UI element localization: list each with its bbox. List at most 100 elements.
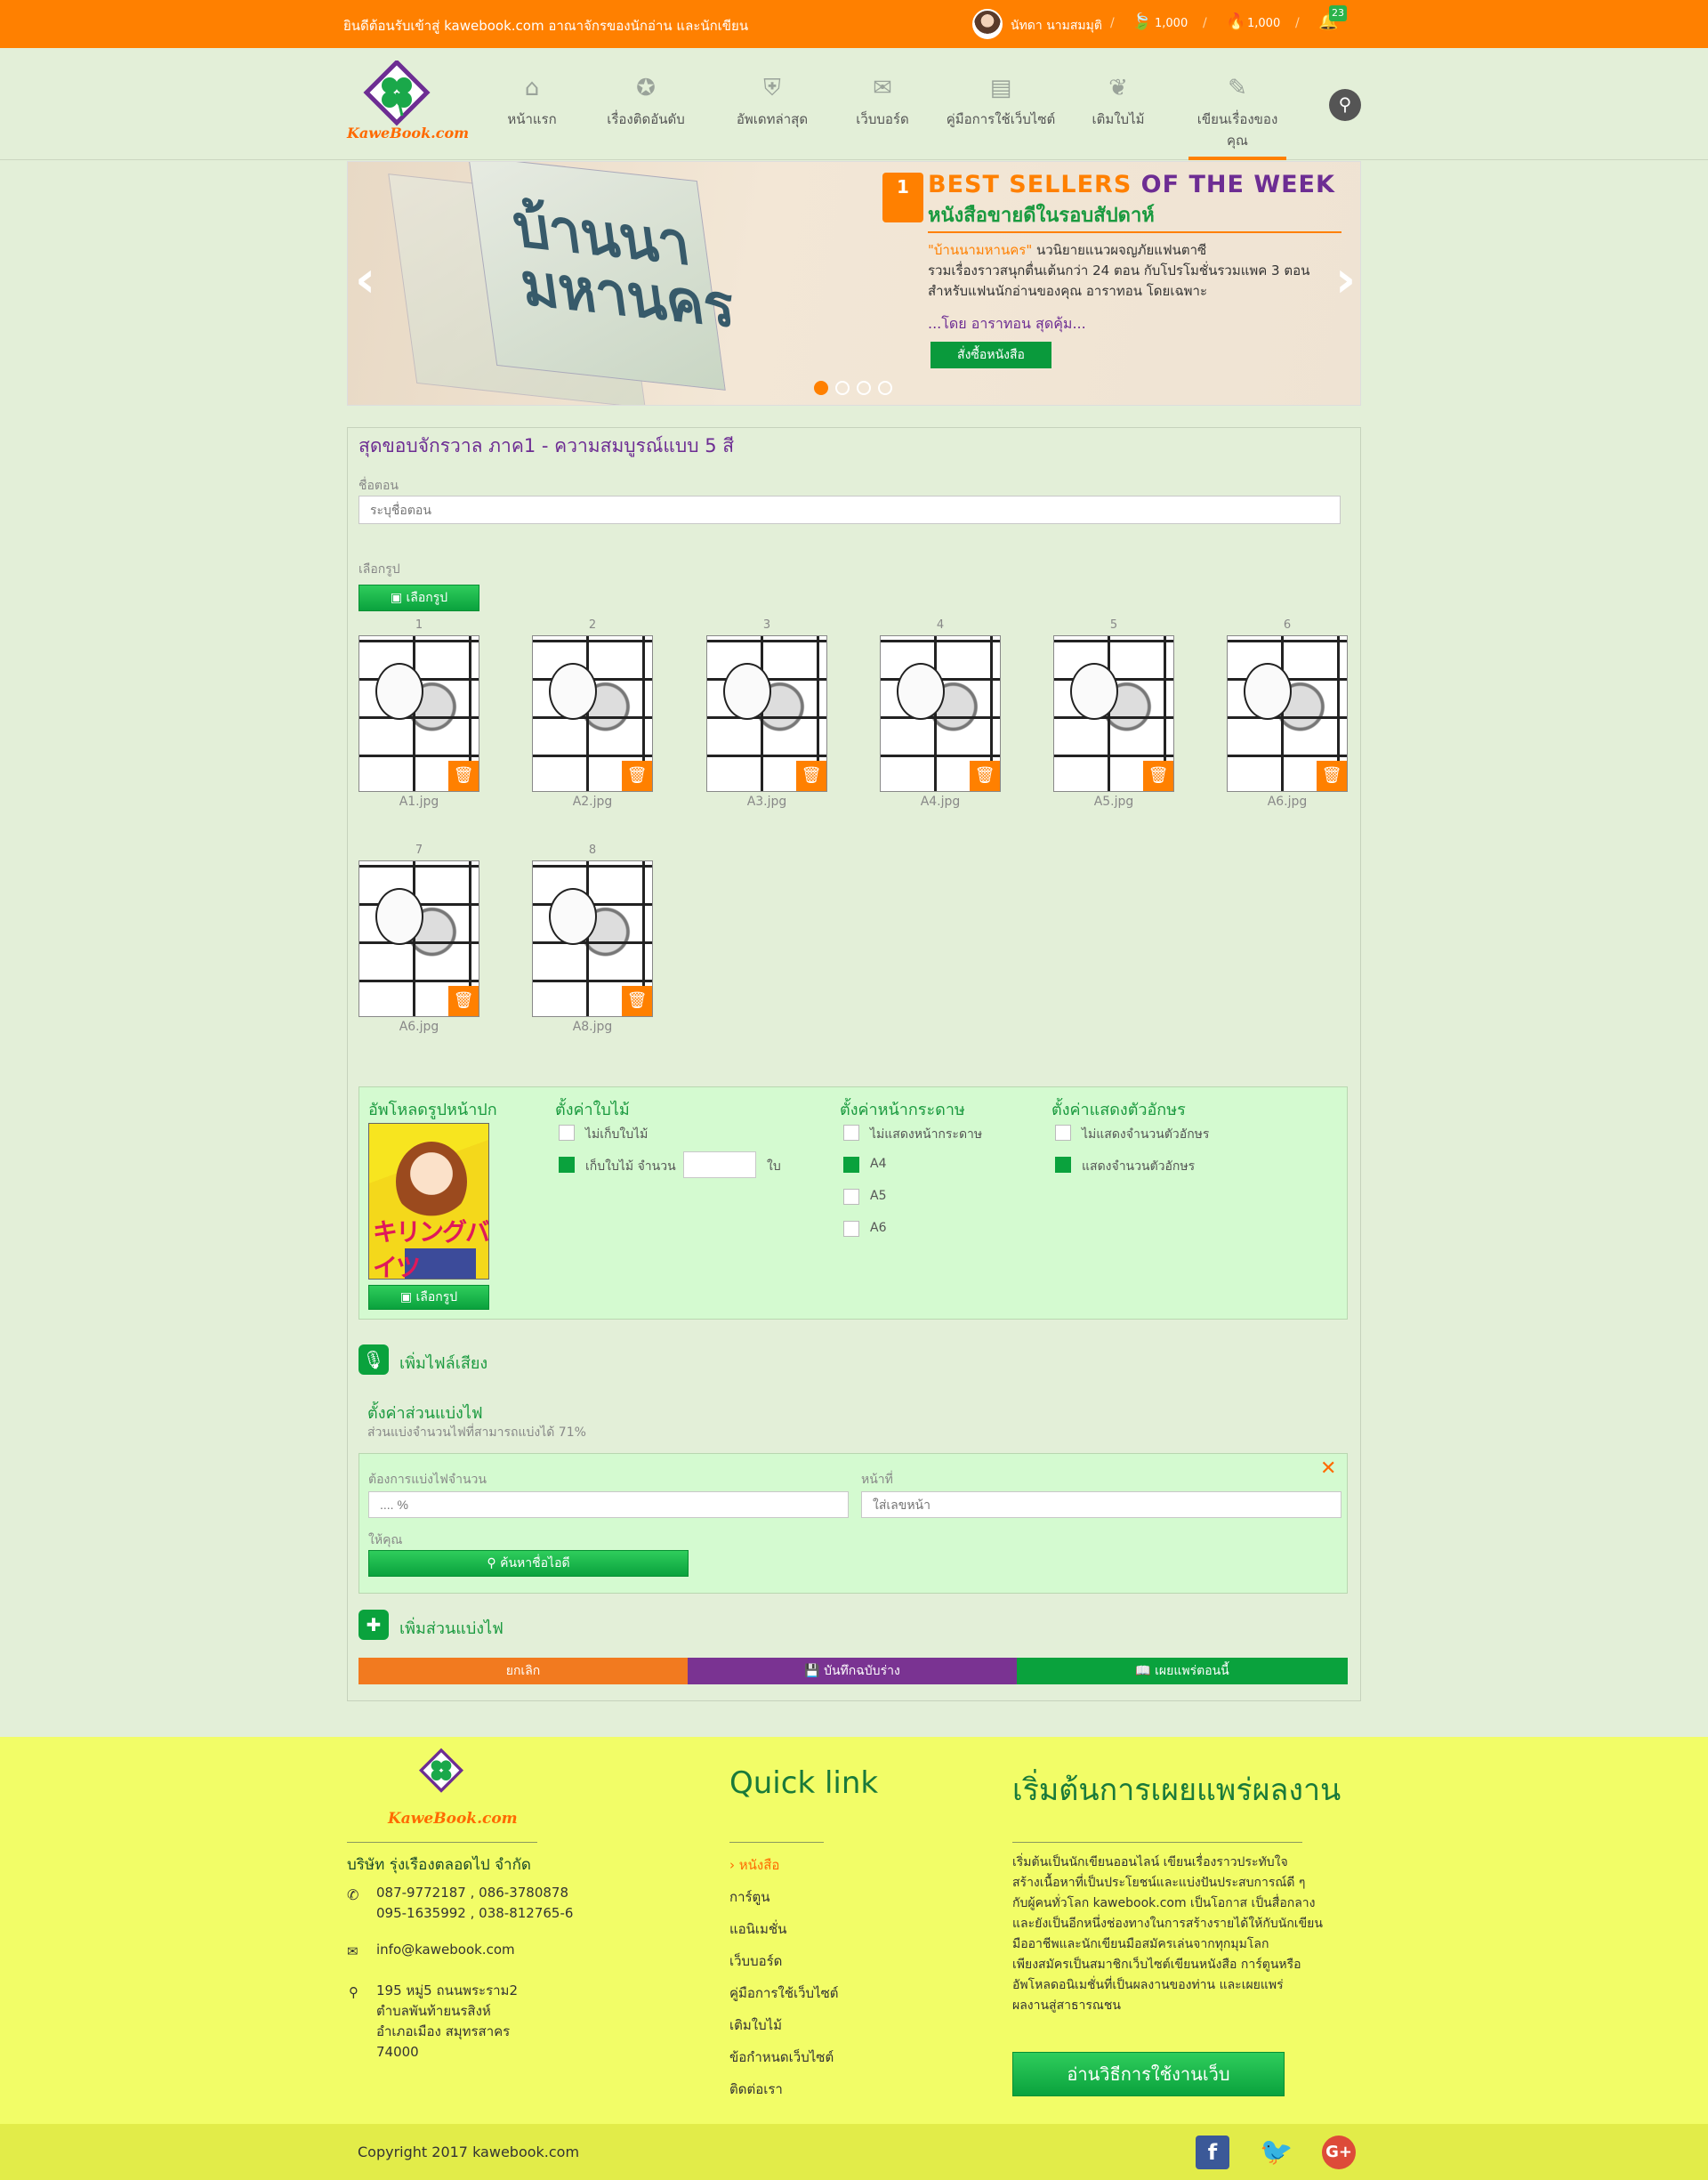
save-draft-button[interactable]: 💾 บันทึกฉบับร่าง bbox=[688, 1658, 1017, 1684]
leaf-opt-no-checkbox[interactable] bbox=[559, 1125, 575, 1141]
page-filename: A6.jpg bbox=[399, 1020, 439, 1034]
carousel-dot[interactable] bbox=[878, 381, 892, 395]
page-thumbnail[interactable]: 🗑 bbox=[880, 635, 1001, 792]
page-filename: A6.jpg bbox=[1267, 795, 1308, 809]
separator: / bbox=[1110, 16, 1115, 30]
page-thumbnail[interactable]: 🗑 bbox=[706, 635, 827, 792]
footer-link-manual[interactable]: คู่มือการใช้เว็บไซต์ bbox=[729, 1982, 839, 2004]
shield-icon: ⛨ bbox=[763, 75, 781, 101]
page-thumbnail[interactable]: 🗑 bbox=[532, 635, 653, 792]
publish-button[interactable]: 📖 เผยแพร่ตอนนี้ bbox=[1017, 1658, 1348, 1684]
nav-manual[interactable]: ▤ คู่มือการใช้เว็บไซต์ bbox=[943, 48, 1059, 160]
page-number: 1 bbox=[415, 618, 423, 632]
divider bbox=[347, 1842, 537, 1843]
chevron-left-icon[interactable]: ‹ bbox=[355, 251, 375, 309]
trash-icon[interactable]: 🗑 bbox=[448, 986, 479, 1016]
page-thumbnail[interactable]: 🗑 bbox=[532, 860, 653, 1017]
trash-icon[interactable]: 🗑 bbox=[796, 761, 826, 791]
add-audio-label[interactable]: เพิ่มไฟล์เสียง bbox=[399, 1350, 487, 1376]
bestseller-banner: บ้านนามหานคร BEST SELLERS OF THE WEEK หน… bbox=[347, 161, 1361, 406]
welcome-text: ยินดีต้อนรับเข้าสู่ kawebook.com อาณาจัก… bbox=[343, 18, 749, 34]
nav-write[interactable]: ✎ เขียนเรื่องของคุณ bbox=[1188, 48, 1286, 160]
search-icon[interactable]: ⚲ bbox=[1329, 89, 1361, 121]
page-number: 2 bbox=[588, 618, 597, 632]
paper-a6-checkbox[interactable] bbox=[843, 1221, 859, 1237]
username[interactable]: นัทดา นามสมมุติ bbox=[1011, 16, 1102, 36]
footer-link-books[interactable]: › หนังสือ bbox=[729, 1854, 779, 1876]
user-avatar[interactable] bbox=[972, 9, 1003, 39]
share-page-input[interactable] bbox=[861, 1491, 1341, 1518]
quick-link-title: Quick link bbox=[729, 1765, 879, 1801]
nav-label: เรื่องติดอันดับ bbox=[607, 111, 685, 127]
choose-cover-button[interactable]: ▣ เลือกรูป bbox=[368, 1285, 489, 1310]
separator: / bbox=[1295, 16, 1300, 30]
chevron-right-icon[interactable]: › bbox=[1335, 251, 1356, 309]
nav-label: เติมใบไม้ bbox=[1092, 111, 1145, 127]
carousel-dot[interactable] bbox=[857, 381, 871, 395]
char-show-checkbox[interactable] bbox=[1055, 1157, 1071, 1173]
trash-icon[interactable]: 🗑 bbox=[1317, 761, 1347, 791]
divider bbox=[1012, 1842, 1302, 1843]
nav-home[interactable]: ⌂ หน้าแรก bbox=[500, 48, 564, 160]
fire-icon: 🔥 bbox=[1226, 12, 1246, 31]
trash-icon[interactable]: 🗑 bbox=[622, 761, 652, 791]
google-plus-icon[interactable]: G+ bbox=[1322, 2136, 1356, 2169]
carousel-dot[interactable] bbox=[814, 381, 828, 395]
footer-link-terms[interactable]: ข้อกำหนดเว็บไซต์ bbox=[729, 2047, 834, 2068]
episode-name-input[interactable] bbox=[359, 496, 1341, 524]
nav-top-ranked[interactable]: ✪ เรื่องติดอันดับ bbox=[596, 48, 696, 160]
story-title: สุดขอบจักรวาล ภาค1 - ความสมบูรณ์แบบ 5 สี bbox=[359, 435, 735, 456]
carousel-dot[interactable] bbox=[835, 381, 850, 395]
plus-icon[interactable]: ✚ bbox=[359, 1610, 389, 1640]
nav-latest[interactable]: ⛨ อัพเดทล่าสุด bbox=[726, 48, 818, 160]
close-icon[interactable]: ✕ bbox=[1320, 1457, 1336, 1480]
paper-none-label: ไม่แสดงหน้ากระดาษ bbox=[870, 1127, 983, 1142]
trash-icon[interactable]: 🗑 bbox=[448, 761, 479, 791]
site-logo[interactable]: KaweBook.com bbox=[343, 59, 469, 149]
trash-icon[interactable]: 🗑 bbox=[970, 761, 1000, 791]
footer-link-topup[interactable]: เติมใบไม้ bbox=[729, 2014, 782, 2036]
page-thumbnail[interactable]: 🗑 bbox=[359, 635, 479, 792]
paper-none-checkbox[interactable] bbox=[843, 1125, 859, 1141]
footer-link-webboard[interactable]: เว็บบอร์ด bbox=[729, 1950, 782, 1972]
leaf-amount-input[interactable] bbox=[683, 1151, 756, 1178]
share-amount-input[interactable] bbox=[368, 1491, 849, 1518]
paper-settings-title: ตั้งค่าหน้ากระดาษ bbox=[840, 1101, 965, 1119]
leaf-opt-yes-checkbox[interactable] bbox=[559, 1157, 575, 1173]
page-thumbnail[interactable]: 🗑 bbox=[359, 860, 479, 1017]
cancel-button[interactable]: ยกเลิก bbox=[359, 1658, 688, 1684]
save-icon: 💾 bbox=[804, 1664, 825, 1678]
microphone-icon[interactable]: 🎙 bbox=[359, 1344, 389, 1375]
award-icon: ✪ bbox=[636, 75, 656, 101]
episode-label: ชื่อตอน bbox=[359, 479, 399, 493]
mail-icon: ✉ bbox=[347, 1943, 359, 1959]
book-open-icon: 📖 bbox=[1135, 1664, 1156, 1678]
page-thumbnail[interactable]: 🗑 bbox=[1053, 635, 1174, 792]
search-id-button[interactable]: ⚲ ค้นหาชื่อไอดี bbox=[368, 1550, 689, 1577]
nav-webboard[interactable]: ✉ เว็บบอร์ด bbox=[847, 48, 918, 160]
footer-link-cartoon[interactable]: การ์ตูน bbox=[729, 1886, 770, 1908]
footer-link-contact[interactable]: ติดต่อเรา bbox=[729, 2079, 783, 2100]
buy-book-button[interactable]: สั่งซื้อหนังสือ bbox=[931, 342, 1051, 368]
char-hide-checkbox[interactable] bbox=[1055, 1125, 1071, 1141]
cover-title: อัพโหลดรูปหน้าปก bbox=[368, 1101, 497, 1119]
nav-topup[interactable]: ❦ เติมใบไม้ bbox=[1085, 48, 1151, 160]
add-share-label[interactable]: เพิ่มส่วนแบ่งไฟ bbox=[399, 1615, 504, 1641]
leaf-icon: 🍃 bbox=[1132, 12, 1152, 31]
page-thumbnail[interactable]: 🗑 bbox=[1227, 635, 1348, 792]
facebook-icon[interactable]: f bbox=[1196, 2136, 1229, 2169]
paper-a4-checkbox[interactable] bbox=[843, 1157, 859, 1173]
how-to-use-button[interactable]: อ่านวิธีการใช้งานเว็บ bbox=[1012, 2052, 1285, 2096]
page-number: 4 bbox=[936, 618, 945, 632]
paper-a5-checkbox[interactable] bbox=[843, 1189, 859, 1205]
start-publishing-title: เริ่มต้นการเผยแพร่ผลงาน bbox=[1012, 1772, 1341, 1808]
char-show-label: แสดงจำนวนตัวอักษร bbox=[1082, 1159, 1196, 1174]
email[interactable]: info@kawebook.com bbox=[376, 1940, 515, 1960]
choose-image-button[interactable]: ▣ เลือกรูป bbox=[359, 585, 479, 611]
trash-icon[interactable]: 🗑 bbox=[1143, 761, 1173, 791]
trash-icon[interactable]: 🗑 bbox=[622, 986, 652, 1016]
twitter-icon[interactable]: 🐦 bbox=[1260, 2136, 1293, 2169]
footer-link-animation[interactable]: แอนิเมชั่น bbox=[729, 1918, 786, 1940]
leaf-icon: ❦ bbox=[1108, 75, 1128, 101]
book-icon: ▤ bbox=[989, 75, 1012, 101]
